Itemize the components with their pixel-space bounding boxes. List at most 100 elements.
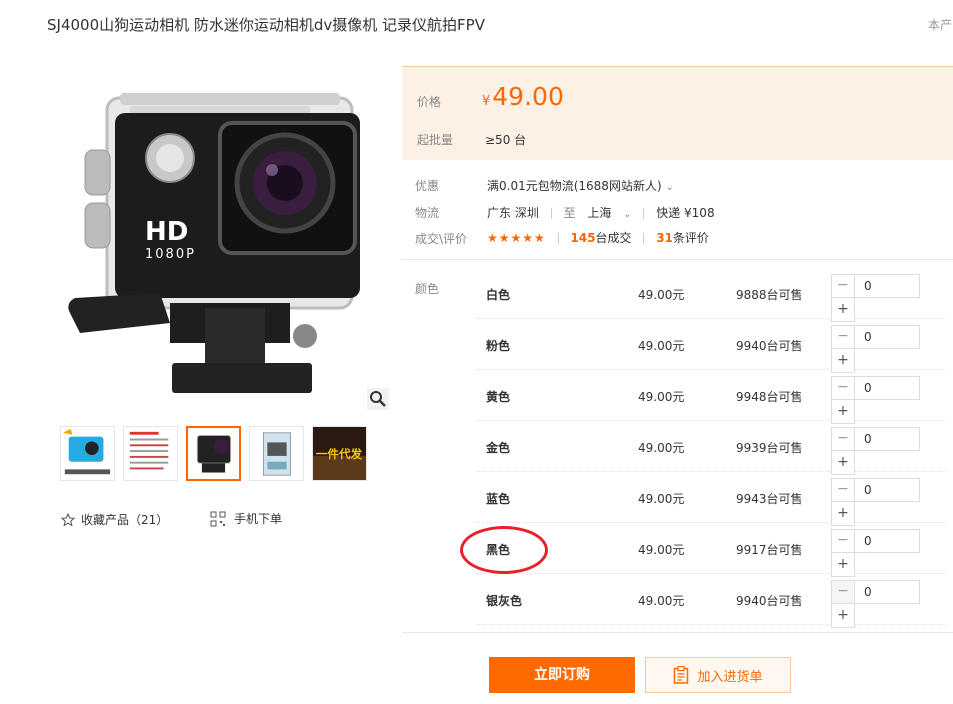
quantity-input[interactable] [855,427,920,451]
thumbnail-5[interactable]: 一件代发 [312,426,367,481]
decrease-button[interactable]: − [831,325,855,349]
chevron-down-icon: ⌄ [665,182,674,193]
buy-now-button[interactable]: 立即订购 [489,657,635,693]
camera-res-text: 1080P [145,247,196,262]
divider [557,233,559,244]
quantity-stepper: − + [831,274,921,322]
decrease-button[interactable]: − [831,274,855,298]
sku-name: 黄色 [486,390,511,404]
favorite-button[interactable]: 收藏产品（21） [61,511,168,528]
quantity-stepper: − + [831,427,921,475]
moq-label: 起批量 [417,133,454,147]
sku-row: 银灰色 49.00元 9940台可售 − + [476,574,946,628]
sku-row: 蓝色 49.00元 9943台可售 − + [476,472,946,526]
quantity-input[interactable] [855,529,920,553]
sku-price: 49.00元 [638,543,685,557]
add-to-list-label: 加入进货单 [697,669,763,685]
logistics-label: 物流 [415,206,440,220]
price-value: ¥49.00 [482,82,564,111]
decrease-button[interactable]: − [831,427,855,451]
camera-hd-text: HD [145,217,188,247]
corner-text: 本产 [928,18,953,32]
thumbnail-2[interactable] [123,426,178,481]
promo-value[interactable]: 满0.01元包物流(1688网站新人) ⌄ [487,177,674,194]
quantity-stepper: − + [831,478,921,526]
sku-stock: 9940台可售 [736,339,803,353]
sku-name: 粉色 [486,339,511,353]
sku-price: 49.00元 [638,339,685,353]
qr-code-icon [210,511,226,526]
decrease-button[interactable]: − [831,529,855,553]
sku-price: 49.00元 [638,390,685,404]
main-product-image[interactable]: HD 1080P [60,78,390,408]
section-divider [402,632,953,633]
moq-value: ≥50 台 [485,133,527,147]
quantity-input[interactable] [855,274,920,298]
increase-button[interactable]: + [831,604,855,628]
thumbnail-3-selected[interactable] [186,426,241,481]
decrease-button[interactable]: − [831,478,855,502]
quantity-stepper: − + [831,529,921,577]
sku-row: 黄色 49.00元 9948台可售 − + [476,370,946,424]
destination-text: 上海 [587,206,612,220]
decrease-button[interactable]: − [831,376,855,400]
promo-label: 优惠 [415,179,440,193]
sku-stock: 9943台可售 [736,492,803,506]
clipboard-icon [674,666,689,684]
shipping-text: 快递 ¥108 [656,206,715,220]
sku-name: 黑色 [486,543,511,557]
star-outline-icon [61,512,75,527]
thumbnail-strip: 一件代发 [60,426,367,481]
sold-count[interactable]: 145 [570,231,595,245]
quantity-input[interactable] [855,376,920,400]
deals-value: ★★★★★ 145台成交 31条评价 [487,229,709,246]
sku-row: 粉色 49.00元 9940台可售 − + [476,319,946,373]
price-label: 价格 [417,95,442,109]
divider [643,233,645,244]
divider [550,208,552,219]
mobile-order-label: 手机下单 [234,512,283,526]
sku-price: 49.00元 [638,288,685,302]
review-count[interactable]: 31 [656,231,673,245]
sku-price: 49.00元 [638,492,685,506]
currency-symbol: ¥ [482,94,491,109]
quantity-input[interactable] [855,580,920,604]
thumbnail-5-text: 一件代发 [316,447,363,461]
logistics-value: 广东 深圳 至 上海 ⌄ 快递 ¥108 [487,204,715,221]
add-to-list-button[interactable]: 加入进货单 [645,657,791,693]
price-number: 49.00 [492,82,564,111]
rating-stars-icon: ★★★★★ [487,231,546,245]
destination-select[interactable]: 上海 ⌄ [587,206,635,220]
quantity-input[interactable] [855,478,920,502]
decrease-button[interactable]: − [831,580,855,604]
color-label: 颜色 [415,282,440,296]
quantity-stepper: − + [831,325,921,373]
product-title: SJ4000山狗运动相机 防水迷你运动相机dv摄像机 记录仪航拍FPV [47,16,485,34]
sku-stock: 9948台可售 [736,390,803,404]
chevron-down-icon: ⌄ [623,209,632,220]
sku-stock: 9939台可售 [736,441,803,455]
sku-stock: 9917台可售 [736,543,803,557]
sku-price: 49.00元 [638,441,685,455]
quantity-stepper: − + [831,376,921,424]
sku-row: 白色 49.00元 9888台可售 − + [476,268,946,322]
quantity-stepper: − + [831,580,921,628]
thumbnail-4[interactable] [249,426,304,481]
sku-name: 金色 [486,441,511,455]
zoom-icon[interactable] [367,388,389,410]
promo-text: 满0.01元包物流(1688网站新人) [487,179,662,193]
sku-price: 49.00元 [638,594,685,608]
divider [643,208,645,219]
quantity-input[interactable] [855,325,920,349]
sku-stock: 9940台可售 [736,594,803,608]
thumbnail-1[interactable] [60,426,115,481]
deals-label: 成交\评价 [415,232,468,246]
sku-name: 白色 [486,288,511,302]
sold-suffix: 台成交 [595,231,632,245]
origin-text: 广东 深圳 [487,206,539,220]
sku-name: 蓝色 [486,492,511,506]
mobile-order-button[interactable]: 手机下单 [210,510,282,527]
sku-row: 金色 49.00元 9939台可售 − + [476,421,946,475]
sku-row: 黑色 49.00元 9917台可售 − + [476,523,946,577]
sku-stock: 9888台可售 [736,288,803,302]
